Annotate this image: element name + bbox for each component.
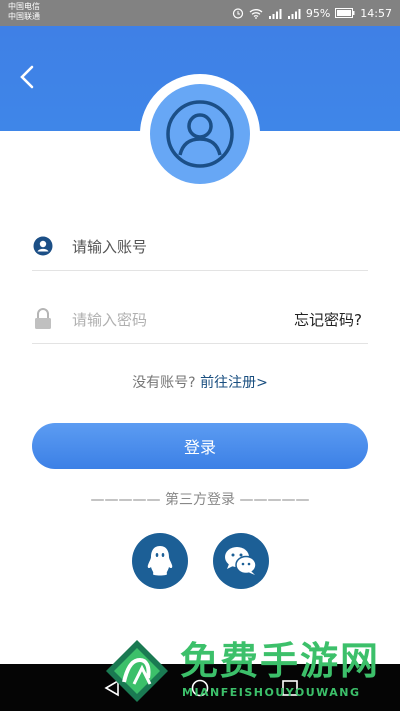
watermark: 免费手游网 MIANFEISHOUYOUWANG <box>104 638 394 706</box>
no-account-text: 没有账号? <box>132 375 196 391</box>
carrier-2: 中国联通 <box>8 12 40 21</box>
watermark-subtitle: MIANFEISHOUYOUWANG <box>182 686 361 699</box>
password-input[interactable]: 请输入密码 <box>72 309 147 330</box>
register-link[interactable]: 前往注册> <box>200 375 268 391</box>
chevron-left-icon <box>20 65 34 89</box>
battery-level: 95% <box>305 6 331 20</box>
user-icon <box>166 100 234 168</box>
watermark-title: 免费手游网 <box>180 638 381 683</box>
status-bar: 中国电信 中国联通 95% 14:57 <box>0 0 400 26</box>
signal-icon-2 <box>287 8 301 19</box>
qq-login-button[interactable] <box>132 533 188 589</box>
login-button[interactable]: 登录 <box>32 423 368 469</box>
user-circle-icon <box>32 235 54 257</box>
wechat-login-button[interactable] <box>213 533 269 589</box>
account-input[interactable]: 请输入账号 <box>72 236 147 257</box>
register-row: 没有账号? 前往注册> <box>0 372 400 392</box>
third-party-title: ————— 第三方登录 ————— <box>90 492 310 508</box>
battery-icon <box>335 8 355 18</box>
wechat-icon <box>225 547 257 575</box>
password-field[interactable]: 请输入密码 忘记密码? <box>32 295 368 344</box>
qq-icon <box>147 546 173 576</box>
clock: 14:57 <box>360 6 392 20</box>
watermark-logo-icon <box>106 640 168 702</box>
avatar[interactable] <box>150 84 250 184</box>
carrier-info: 中国电信 中国联通 <box>8 2 40 22</box>
account-field[interactable]: 请输入账号 <box>32 222 368 271</box>
signal-icon <box>268 8 282 19</box>
forgot-password-link[interactable]: 忘记密码? <box>294 309 362 330</box>
carrier-1: 中国电信 <box>8 2 40 11</box>
lock-icon <box>32 308 54 330</box>
back-button[interactable] <box>14 62 40 92</box>
status-icons: 95% 14:57 <box>232 5 392 21</box>
wifi-icon <box>249 8 263 19</box>
alarm-icon <box>232 8 243 19</box>
